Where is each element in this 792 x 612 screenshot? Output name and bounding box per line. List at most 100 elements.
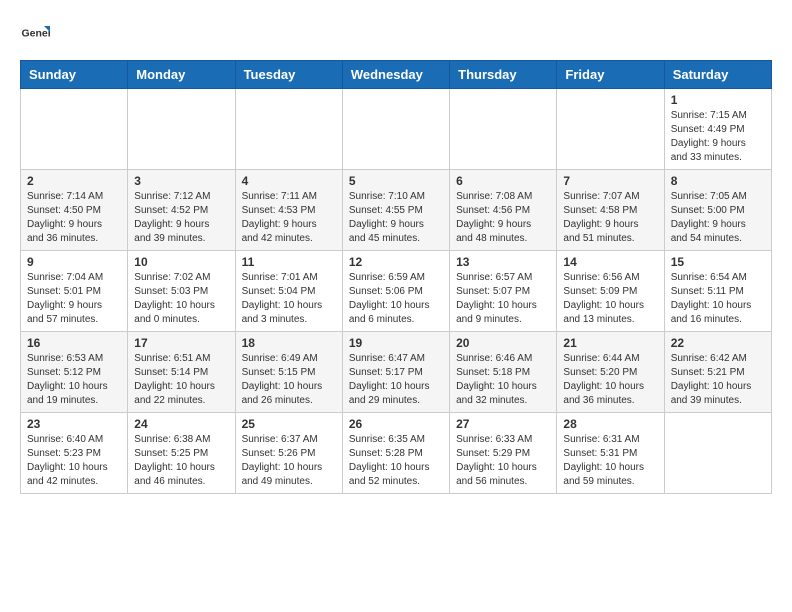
logo-icon: General [20, 20, 50, 50]
calendar-cell: 8 Sunrise: 7:05 AM Sunset: 5:00 PM Daylig… [664, 170, 771, 251]
column-header-monday: Monday [128, 61, 235, 89]
day-info: Sunrise: 7:14 AM Sunset: 4:50 PM Dayligh… [27, 190, 121, 246]
day-number: 18 [242, 336, 336, 350]
calendar-cell: 23 Sunrise: 6:40 AM Sunset: 5:23 PM Dayli… [21, 413, 128, 494]
day-number: 23 [27, 417, 121, 431]
day-info: Sunrise: 7:05 AM Sunset: 5:00 PM Dayligh… [671, 190, 765, 246]
day-info: Sunrise: 6:42 AM Sunset: 5:21 PM Dayligh… [671, 352, 765, 408]
calendar-cell [664, 413, 771, 494]
day-info: Sunrise: 7:12 AM Sunset: 4:52 PM Dayligh… [134, 190, 228, 246]
day-info: Sunrise: 6:40 AM Sunset: 5:23 PM Dayligh… [27, 433, 121, 489]
day-number: 4 [242, 174, 336, 188]
day-info: Sunrise: 7:10 AM Sunset: 4:55 PM Dayligh… [349, 190, 443, 246]
calendar-week-row: 16 Sunrise: 6:53 AM Sunset: 5:12 PM Dayli… [21, 332, 772, 413]
day-number: 27 [456, 417, 550, 431]
calendar-cell: 21 Sunrise: 6:44 AM Sunset: 5:20 PM Dayli… [557, 332, 664, 413]
day-number: 11 [242, 255, 336, 269]
day-number: 21 [563, 336, 657, 350]
calendar-cell: 25Sunrise: 6:37 AM Sunset: 5:26 PM Dayli… [235, 413, 342, 494]
calendar-cell: 4 Sunrise: 7:11 AM Sunset: 4:53 PM Daylig… [235, 170, 342, 251]
day-info: Sunrise: 6:31 AM Sunset: 5:31 PM Dayligh… [563, 433, 657, 489]
calendar-cell: 26 Sunrise: 6:35 AM Sunset: 5:28 PM Dayli… [342, 413, 449, 494]
day-info: Sunrise: 6:38 AM Sunset: 5:25 PM Dayligh… [134, 433, 228, 489]
calendar-week-row: 2Sunrise: 7:14 AM Sunset: 4:50 PM Daylig… [21, 170, 772, 251]
day-info: Sunrise: 6:51 AM Sunset: 5:14 PM Dayligh… [134, 352, 228, 408]
calendar-week-row: 1 Sunrise: 7:15 AM Sunset: 4:49 PM Daylig… [21, 89, 772, 170]
day-info: Sunrise: 6:47 AM Sunset: 5:17 PM Dayligh… [349, 352, 443, 408]
day-number: 20 [456, 336, 550, 350]
calendar-cell [557, 89, 664, 170]
day-number: 24 [134, 417, 228, 431]
day-number: 5 [349, 174, 443, 188]
day-number: 14 [563, 255, 657, 269]
calendar-cell: 28 Sunrise: 6:31 AM Sunset: 5:31 PM Dayli… [557, 413, 664, 494]
calendar-cell: 5 Sunrise: 7:10 AM Sunset: 4:55 PM Daylig… [342, 170, 449, 251]
calendar-cell: 10 Sunrise: 7:02 AM Sunset: 5:03 PM Dayli… [128, 251, 235, 332]
calendar-header-row: SundayMondayTuesdayWednesdayThursdayFrid… [21, 61, 772, 89]
day-number: 13 [456, 255, 550, 269]
logo: General [20, 20, 56, 50]
calendar-cell [235, 89, 342, 170]
calendar-cell: 7Sunrise: 7:07 AM Sunset: 4:58 PM Daylig… [557, 170, 664, 251]
day-info: Sunrise: 6:33 AM Sunset: 5:29 PM Dayligh… [456, 433, 550, 489]
day-number: 9 [27, 255, 121, 269]
column-header-thursday: Thursday [450, 61, 557, 89]
day-number: 19 [349, 336, 443, 350]
day-info: Sunrise: 7:11 AM Sunset: 4:53 PM Dayligh… [242, 190, 336, 246]
calendar-cell [128, 89, 235, 170]
day-info: Sunrise: 7:08 AM Sunset: 4:56 PM Dayligh… [456, 190, 550, 246]
day-info: Sunrise: 6:57 AM Sunset: 5:07 PM Dayligh… [456, 271, 550, 327]
page-header: General [20, 20, 772, 50]
calendar-cell: 16 Sunrise: 6:53 AM Sunset: 5:12 PM Dayli… [21, 332, 128, 413]
calendar-cell: 12 Sunrise: 6:59 AM Sunset: 5:06 PM Dayli… [342, 251, 449, 332]
day-info: Sunrise: 6:53 AM Sunset: 5:12 PM Dayligh… [27, 352, 121, 408]
column-header-friday: Friday [557, 61, 664, 89]
day-info: Sunrise: 7:01 AM Sunset: 5:04 PM Dayligh… [242, 271, 336, 327]
calendar-cell: 18 Sunrise: 6:49 AM Sunset: 5:15 PM Dayli… [235, 332, 342, 413]
day-info: Sunrise: 6:49 AM Sunset: 5:15 PM Dayligh… [242, 352, 336, 408]
day-info: Sunrise: 6:37 AM Sunset: 5:26 PM Dayligh… [242, 433, 336, 489]
day-number: 15 [671, 255, 765, 269]
day-number: 1 [671, 93, 765, 107]
day-info: Sunrise: 7:02 AM Sunset: 5:03 PM Dayligh… [134, 271, 228, 327]
column-header-tuesday: Tuesday [235, 61, 342, 89]
calendar-cell: 19 Sunrise: 6:47 AM Sunset: 5:17 PM Dayli… [342, 332, 449, 413]
day-info: Sunrise: 6:56 AM Sunset: 5:09 PM Dayligh… [563, 271, 657, 327]
calendar-week-row: 23 Sunrise: 6:40 AM Sunset: 5:23 PM Dayli… [21, 413, 772, 494]
day-info: Sunrise: 6:46 AM Sunset: 5:18 PM Dayligh… [456, 352, 550, 408]
day-number: 10 [134, 255, 228, 269]
day-number: 28 [563, 417, 657, 431]
calendar-cell: 6Sunrise: 7:08 AM Sunset: 4:56 PM Daylig… [450, 170, 557, 251]
day-info: Sunrise: 6:44 AM Sunset: 5:20 PM Dayligh… [563, 352, 657, 408]
day-number: 8 [671, 174, 765, 188]
day-number: 26 [349, 417, 443, 431]
calendar-cell: 24 Sunrise: 6:38 AM Sunset: 5:25 PM Dayli… [128, 413, 235, 494]
calendar-cell: 9Sunrise: 7:04 AM Sunset: 5:01 PM Daylig… [21, 251, 128, 332]
day-number: 3 [134, 174, 228, 188]
day-info: Sunrise: 7:15 AM Sunset: 4:49 PM Dayligh… [671, 109, 765, 165]
calendar-cell: 3 Sunrise: 7:12 AM Sunset: 4:52 PM Daylig… [128, 170, 235, 251]
column-header-wednesday: Wednesday [342, 61, 449, 89]
day-number: 22 [671, 336, 765, 350]
calendar-cell: 2Sunrise: 7:14 AM Sunset: 4:50 PM Daylig… [21, 170, 128, 251]
column-header-sunday: Sunday [21, 61, 128, 89]
calendar-cell: 17 Sunrise: 6:51 AM Sunset: 5:14 PM Dayli… [128, 332, 235, 413]
calendar-table: SundayMondayTuesdayWednesdayThursdayFrid… [20, 60, 772, 494]
calendar-week-row: 9Sunrise: 7:04 AM Sunset: 5:01 PM Daylig… [21, 251, 772, 332]
day-number: 7 [563, 174, 657, 188]
day-info: Sunrise: 6:35 AM Sunset: 5:28 PM Dayligh… [349, 433, 443, 489]
calendar-cell [342, 89, 449, 170]
calendar-cell: 11 Sunrise: 7:01 AM Sunset: 5:04 PM Dayli… [235, 251, 342, 332]
day-info: Sunrise: 6:59 AM Sunset: 5:06 PM Dayligh… [349, 271, 443, 327]
day-info: Sunrise: 6:54 AM Sunset: 5:11 PM Dayligh… [671, 271, 765, 327]
day-number: 12 [349, 255, 443, 269]
day-number: 17 [134, 336, 228, 350]
calendar-cell: 27 Sunrise: 6:33 AM Sunset: 5:29 PM Dayli… [450, 413, 557, 494]
calendar-cell: 13 Sunrise: 6:57 AM Sunset: 5:07 PM Dayli… [450, 251, 557, 332]
calendar-cell: 14 Sunrise: 6:56 AM Sunset: 5:09 PM Dayli… [557, 251, 664, 332]
calendar-cell: 15 Sunrise: 6:54 AM Sunset: 5:11 PM Dayli… [664, 251, 771, 332]
day-number: 16 [27, 336, 121, 350]
calendar-cell [21, 89, 128, 170]
calendar-cell: 20 Sunrise: 6:46 AM Sunset: 5:18 PM Dayli… [450, 332, 557, 413]
column-header-saturday: Saturday [664, 61, 771, 89]
